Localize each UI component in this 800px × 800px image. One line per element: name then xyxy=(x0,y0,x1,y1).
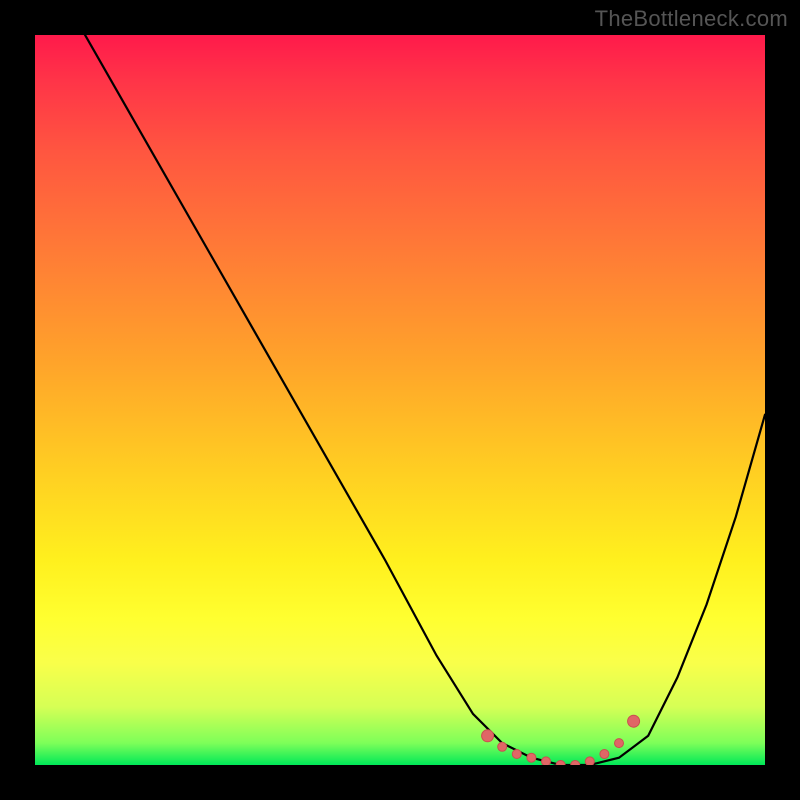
marker-point xyxy=(542,757,551,765)
marker-point xyxy=(527,753,536,762)
chart-frame: TheBottleneck.com xyxy=(0,0,800,800)
marker-point xyxy=(498,742,507,751)
marker-point xyxy=(556,761,565,766)
bottleneck-curve xyxy=(35,35,765,765)
marker-point xyxy=(585,757,594,765)
watermark-text: TheBottleneck.com xyxy=(595,6,788,32)
marker-point xyxy=(600,750,609,759)
curve-layer xyxy=(35,35,765,765)
marker-point xyxy=(615,739,624,748)
marker-point xyxy=(571,761,580,766)
marker-point xyxy=(628,715,640,727)
plot-area xyxy=(35,35,765,765)
marker-point xyxy=(512,750,521,759)
marker-point xyxy=(482,730,494,742)
